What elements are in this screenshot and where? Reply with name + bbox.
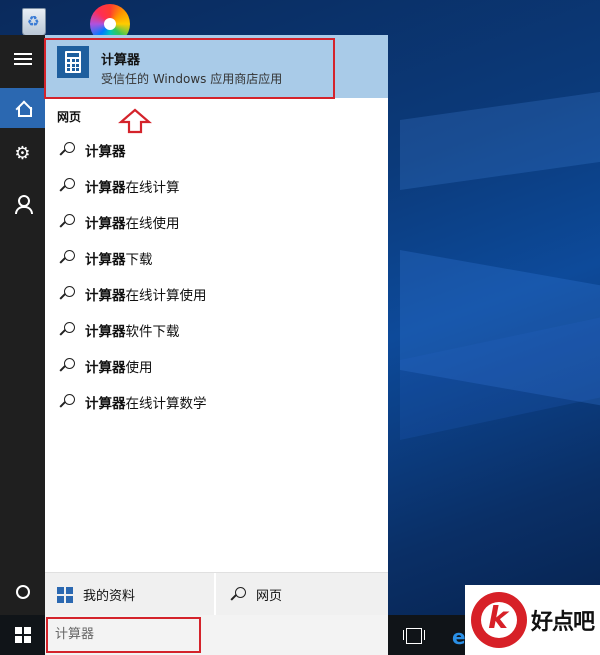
- suggestion-bold: 计算器: [85, 360, 126, 376]
- suggestion-rest: 下载: [125, 252, 153, 268]
- suggestion-item[interactable]: 计算器使用: [45, 348, 388, 384]
- suggestion-item[interactable]: 计算器在线使用: [45, 204, 388, 240]
- recycle-bin-icon[interactable]: [14, 2, 54, 36]
- web-section-label: 网页: [57, 110, 82, 124]
- my-stuff-label: 我的资料: [83, 589, 136, 604]
- cortana-circle-icon: [15, 585, 30, 599]
- cortana-button[interactable]: [0, 572, 45, 612]
- task-view-icon[interactable]: [403, 627, 425, 644]
- suggestion-bold: 计算器: [85, 252, 126, 268]
- suggestion-item[interactable]: 计算器下载: [45, 240, 388, 276]
- annotation-highlight-box: [46, 617, 201, 653]
- suggestion-bold: 计算器: [85, 144, 126, 160]
- search-icon: [59, 286, 75, 302]
- search-icon: [59, 358, 75, 374]
- suggestion-item[interactable]: 计算器: [45, 132, 388, 168]
- watermark-text: 好点吧: [531, 610, 595, 635]
- suggestion-item[interactable]: 计算器在线计算: [45, 168, 388, 204]
- home-icon: [15, 101, 32, 117]
- suggestion-bold: 计算器: [85, 180, 126, 196]
- suggestion-rest: 在线使用: [125, 216, 180, 232]
- search-icon: [59, 322, 75, 338]
- web-button[interactable]: 网页: [218, 573, 388, 616]
- suggestion-rest: 在线计算使用: [125, 288, 207, 304]
- suggestion-item[interactable]: 计算器在线计算数学: [45, 384, 388, 420]
- suggestion-bold: 计算器: [85, 216, 126, 232]
- suggestion-bold: 计算器: [85, 288, 126, 304]
- windows-icon: [14, 627, 31, 643]
- suggestion-bold: 计算器: [85, 396, 126, 412]
- suggestion-rest: 在线计算: [125, 180, 180, 196]
- windows-icon: [57, 586, 73, 603]
- my-stuff-button[interactable]: 我的资料: [45, 573, 216, 616]
- menu-button[interactable]: [0, 39, 45, 79]
- color-wheel-icon[interactable]: [88, 2, 130, 44]
- search-icon: [59, 142, 75, 158]
- suggestion-bold: 计算器: [85, 324, 126, 340]
- start-rail: ⚙: [0, 35, 45, 615]
- feedback-icon: [14, 195, 33, 214]
- home-button[interactable]: [0, 88, 45, 128]
- suggestion-rest: 使用: [125, 360, 153, 376]
- search-filter-bar: 我的资料 网页: [45, 572, 388, 616]
- suggestion-item[interactable]: 计算器在线计算使用: [45, 276, 388, 312]
- search-icon: [59, 178, 75, 194]
- suggestion-item[interactable]: 计算器软件下载: [45, 312, 388, 348]
- search-icon: [59, 214, 75, 230]
- desktop-light-ray: [400, 83, 600, 190]
- search-results-panel: 计算器 受信任的 Windows 应用商店应用 网页 计算器 计算器在线计算 计…: [44, 35, 388, 616]
- settings-icon: ⚙: [14, 143, 31, 164]
- search-icon: [59, 250, 75, 266]
- taskbar-search-box[interactable]: [45, 615, 388, 655]
- settings-button[interactable]: ⚙: [0, 134, 45, 174]
- suggestion-rest: 软件下载: [125, 324, 180, 340]
- start-button[interactable]: [0, 615, 45, 655]
- search-icon: [230, 586, 246, 603]
- hamburger-icon: [13, 53, 32, 65]
- up-arrow-icon: [118, 108, 152, 134]
- web-label: 网页: [256, 589, 283, 604]
- web-suggestions-list: 计算器 计算器在线计算 计算器在线使用 计算器下载 计算器在线计算使用 计算器软…: [45, 132, 388, 420]
- annotation-highlight-box: [44, 38, 335, 99]
- feedback-button[interactable]: [0, 183, 45, 223]
- watermark: 好点吧: [465, 585, 600, 655]
- suggestion-rest: 在线计算数学: [125, 396, 207, 412]
- watermark-logo: [471, 592, 527, 648]
- search-icon: [59, 394, 75, 410]
